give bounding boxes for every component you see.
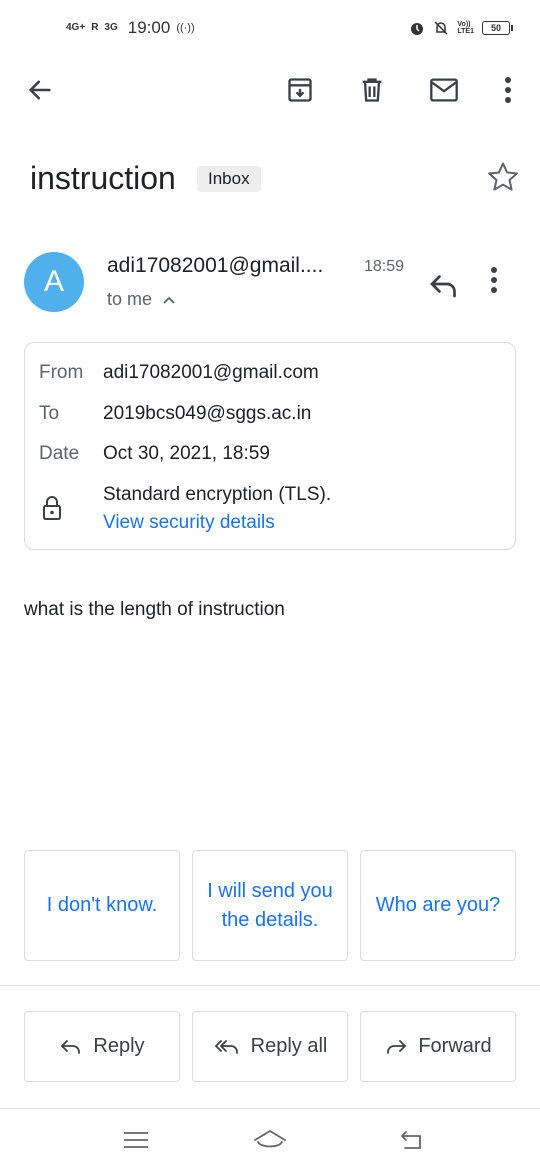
- reply-icon: [430, 275, 456, 298]
- roaming-indicator: R: [91, 22, 99, 33]
- from-value[interactable]: adi17082001@gmail.com: [103, 362, 319, 384]
- smart-reply-1[interactable]: I don't know.: [24, 850, 180, 961]
- date-label: Date: [39, 443, 80, 464]
- message-toolbar: [0, 60, 540, 120]
- status-left: 4G+ R 3G 19:00 ((·)): [66, 18, 195, 38]
- forward-icon: [387, 1039, 407, 1054]
- system-nav-bar: [0, 1108, 540, 1170]
- reply-icon: [61, 1039, 81, 1054]
- security-details-link[interactable]: View security details: [103, 512, 275, 534]
- lock-icon: [43, 496, 61, 520]
- sent-time: 18:59: [364, 258, 405, 275]
- delete-button[interactable]: [352, 70, 392, 110]
- volte-indicator: Vo)) LTE1: [457, 21, 474, 35]
- clock: 19:00: [127, 18, 171, 37]
- hotspot-icon: ((·)): [176, 22, 195, 34]
- reply-all-label: Reply all: [250, 1035, 328, 1057]
- notifications-off-icon: [434, 21, 448, 35]
- sender-name[interactable]: adi17082001@gmail....: [107, 254, 323, 278]
- from-label: From: [39, 362, 84, 383]
- trash-icon: [362, 78, 382, 102]
- reply-all-button[interactable]: Reply all: [192, 1011, 348, 1082]
- mail-icon: [430, 78, 458, 102]
- smart-reply-2[interactable]: I will send you the details.: [192, 850, 348, 961]
- inbox-label-chip[interactable]: Inbox: [197, 166, 261, 192]
- back-nav-button[interactable]: [392, 1123, 432, 1157]
- email-subject: instruction: [30, 160, 176, 196]
- network-4g-indicator: 4G+: [66, 22, 86, 33]
- message-details-card: From adi17082001@gmail.com To 2019bcs049…: [24, 342, 516, 550]
- alarm-icon: [411, 23, 424, 35]
- date-value: Oct 30, 2021, 18:59: [103, 443, 270, 464]
- to-value[interactable]: 2019bcs049@sggs.ac.in: [103, 403, 311, 425]
- status-right: Vo)) LTE1 50: [409, 20, 513, 36]
- star-button[interactable]: [486, 160, 520, 194]
- forward-label: Forward: [418, 1035, 492, 1057]
- menu-icon: [124, 1132, 148, 1148]
- arrow-left-icon: [28, 80, 51, 100]
- reply-label: Reply: [93, 1035, 145, 1057]
- sender-avatar[interactable]: A: [24, 252, 84, 312]
- message-more-button[interactable]: [490, 264, 526, 300]
- divider: [0, 985, 540, 986]
- encryption-text: Standard encryption (TLS).: [103, 484, 332, 505]
- more-vert-icon: [505, 77, 511, 103]
- reply-button[interactable]: Reply: [24, 1011, 180, 1082]
- home-icon: [254, 1129, 286, 1148]
- home-nav-button[interactable]: [250, 1123, 290, 1157]
- to-label: To: [39, 403, 60, 424]
- status-bar: 4G+ R 3G 19:00 ((·)) Vo)) LTE1 50: [0, 0, 540, 60]
- network-3g-indicator: 3G: [104, 22, 118, 33]
- recipient-summary: to me: [107, 289, 153, 309]
- forward-button[interactable]: Forward: [360, 1011, 516, 1082]
- email-body: what is the length of instruction: [24, 599, 285, 620]
- battery-indicator: 50: [482, 21, 513, 35]
- back-nav-icon: [400, 1131, 421, 1149]
- mark-unread-button[interactable]: [424, 70, 464, 110]
- reply-all-icon: [214, 1039, 238, 1054]
- archive-button[interactable]: [280, 70, 320, 110]
- star-icon: [488, 162, 518, 191]
- recipient-toggle[interactable]: to me: [107, 289, 176, 310]
- more-vert-icon: [491, 267, 497, 293]
- smart-reply-3[interactable]: Who are you?: [360, 850, 516, 961]
- back-button[interactable]: [20, 70, 60, 110]
- more-options-button[interactable]: [488, 70, 528, 110]
- archive-icon: [288, 78, 312, 102]
- menu-nav-button[interactable]: [116, 1123, 156, 1157]
- chevron-up-icon: [163, 296, 175, 304]
- quick-reply-button[interactable]: [426, 266, 462, 302]
